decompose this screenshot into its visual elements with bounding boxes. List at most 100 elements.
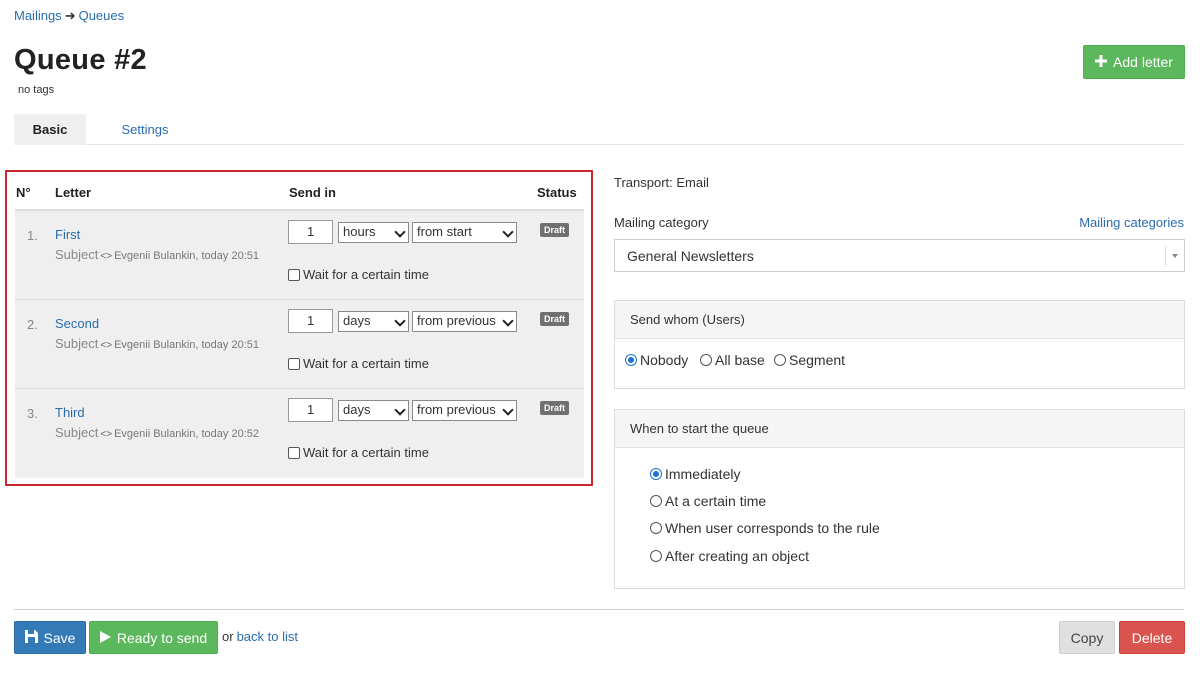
send-in-unit-value: hours <box>343 224 376 239</box>
footer-divider <box>14 609 1184 610</box>
wait-certain-time-checkbox[interactable]: Wait for a certain time <box>288 267 429 282</box>
caret-down-icon <box>1172 254 1178 258</box>
plus-icon <box>1095 54 1108 70</box>
transport-text: Transport: Email <box>614 175 709 190</box>
radio-button[interactable] <box>650 468 662 480</box>
radio-rule[interactable]: When user corresponds to the rule <box>650 520 880 536</box>
send-in-from-value: from previous <box>417 402 496 417</box>
letter-meta: Subject <> Evgenii Bulankin, today 20:52 <box>55 425 259 440</box>
breadcrumb-separator: ➜ <box>64 8 76 23</box>
send-in-unit-value: days <box>343 313 371 328</box>
letter-subject: Subject <box>55 247 99 262</box>
send-in-unit-select[interactable]: days <box>338 311 409 332</box>
code-icon: <> <box>100 251 113 262</box>
wait-label: Wait for a certain time <box>303 267 429 282</box>
or-label: or <box>222 629 234 644</box>
radio-immediately[interactable]: Immediately <box>650 466 740 482</box>
send-in-from-select[interactable]: from previous <box>412 400 517 421</box>
letter-meta: Subject <> Evgenii Bulankin, today 20:51 <box>55 247 259 262</box>
letter-name-link[interactable]: Second <box>55 316 99 331</box>
mailing-categories-link[interactable]: Mailing categories <box>1079 215 1184 230</box>
send-in-unit-select[interactable]: hours <box>338 222 409 243</box>
wait-certain-time-checkbox[interactable]: Wait for a certain time <box>288 445 429 460</box>
letter-subject: Subject <box>55 425 99 440</box>
play-icon <box>99 630 111 646</box>
send-in-from-value: from previous <box>417 313 496 328</box>
checkbox-box[interactable] <box>288 357 300 370</box>
table-row: 3. Third Subject <> Evgenii Bulankin, toda… <box>15 389 584 478</box>
add-letter-button[interactable]: Add letter <box>1083 45 1185 79</box>
letter-subject: Subject <box>55 336 99 351</box>
row-number: 3. <box>27 406 38 421</box>
radio-segment[interactable]: Segment <box>774 352 845 368</box>
letter-name-link[interactable]: Third <box>55 405 85 420</box>
column-header-letter: Letter <box>55 185 92 200</box>
send-in-unit-value: days <box>343 402 371 417</box>
letter-author: Evgenii Bulankin, today 20:52 <box>114 428 259 440</box>
letters-panel: N° Letter Send in Status 1. First Subjec… <box>5 170 593 486</box>
when-start-panel: When to start the queue Immediately At a… <box>614 409 1185 589</box>
table-row: 2. Second Subject <> Evgenii Bulankin, tod… <box>15 300 584 389</box>
send-in-from-select[interactable]: from start <box>412 222 517 243</box>
delete-button[interactable]: Delete <box>1119 621 1185 654</box>
send-in-from-value: from start <box>417 224 472 239</box>
tab-settings[interactable]: Settings <box>108 114 182 145</box>
radio-label: At a certain time <box>665 493 767 509</box>
radio-certain-time[interactable]: At a certain time <box>650 493 766 509</box>
tab-bar: Basic Settings <box>14 114 1184 145</box>
wait-certain-time-checkbox[interactable]: Wait for a certain time <box>288 356 429 371</box>
send-in-unit-select[interactable]: days <box>338 400 409 421</box>
page-title: Queue #2 <box>14 44 147 76</box>
radio-button[interactable] <box>650 495 662 507</box>
tab-basic[interactable]: Basic <box>14 114 86 145</box>
letter-meta: Subject <> Evgenii Bulankin, today 20:51 <box>55 336 259 351</box>
mailing-category-select[interactable]: General Newsletters <box>614 239 1185 272</box>
column-header-number: N° <box>16 185 31 200</box>
when-start-title: When to start the queue <box>615 410 1184 448</box>
send-in-amount-input[interactable]: 1 <box>288 309 333 333</box>
code-icon: <> <box>100 429 113 440</box>
checkbox-box[interactable] <box>288 446 300 459</box>
mailing-category-value: General Newsletters <box>627 248 754 264</box>
radio-button[interactable] <box>774 354 786 366</box>
back-to-list-link[interactable]: back to list <box>237 629 298 644</box>
ready-to-send-button[interactable]: Ready to send <box>89 621 218 654</box>
save-button[interactable]: Save <box>14 621 86 654</box>
checkbox-box[interactable] <box>288 268 300 281</box>
copy-button[interactable]: Copy <box>1059 621 1115 654</box>
send-whom-options: Nobody All base Segment <box>615 339 1184 388</box>
ready-to-send-label: Ready to send <box>116 629 208 646</box>
radio-nobody[interactable]: Nobody <box>625 352 688 368</box>
radio-all-base[interactable]: All base <box>700 352 765 368</box>
radio-label: When user corresponds to the rule <box>665 520 880 536</box>
letters-table: N° Letter Send in Status 1. First Subjec… <box>15 178 584 478</box>
wait-label: Wait for a certain time <box>303 356 429 371</box>
status-badge: Draft <box>540 312 570 326</box>
column-header-send-in: Send in <box>289 185 336 200</box>
send-in-from-select[interactable]: from previous <box>412 311 517 332</box>
status-badge: Draft <box>540 223 570 237</box>
or-back-text: or back to list <box>222 629 298 644</box>
radio-button[interactable] <box>650 550 662 562</box>
radio-label: All base <box>715 352 765 368</box>
radio-after-object[interactable]: After creating an object <box>650 548 809 564</box>
floppy-disk-icon <box>24 629 38 646</box>
send-whom-title: Send whom (Users) <box>615 301 1184 339</box>
radio-button[interactable] <box>625 354 637 366</box>
letter-name-link[interactable]: First <box>55 227 80 242</box>
send-in-amount-input[interactable]: 1 <box>288 398 333 422</box>
radio-label: Immediately <box>665 466 741 482</box>
send-in-amount-input[interactable]: 1 <box>288 220 333 244</box>
radio-button[interactable] <box>700 354 712 366</box>
radio-label: After creating an object <box>665 548 809 564</box>
send-whom-panel: Send whom (Users) Nobody All base Segmen… <box>614 300 1185 389</box>
radio-button[interactable] <box>650 522 662 534</box>
letter-author: Evgenii Bulankin, today 20:51 <box>114 339 259 351</box>
when-start-options: Immediately At a certain time When user … <box>615 448 1184 588</box>
radio-label: Segment <box>789 352 846 368</box>
breadcrumb-mailings-link[interactable]: Mailings <box>14 8 62 23</box>
wait-label: Wait for a certain time <box>303 445 429 460</box>
letter-author: Evgenii Bulankin, today 20:51 <box>114 250 259 262</box>
breadcrumb-queues-link[interactable]: Queues <box>79 8 125 23</box>
status-badge: Draft <box>540 401 570 415</box>
